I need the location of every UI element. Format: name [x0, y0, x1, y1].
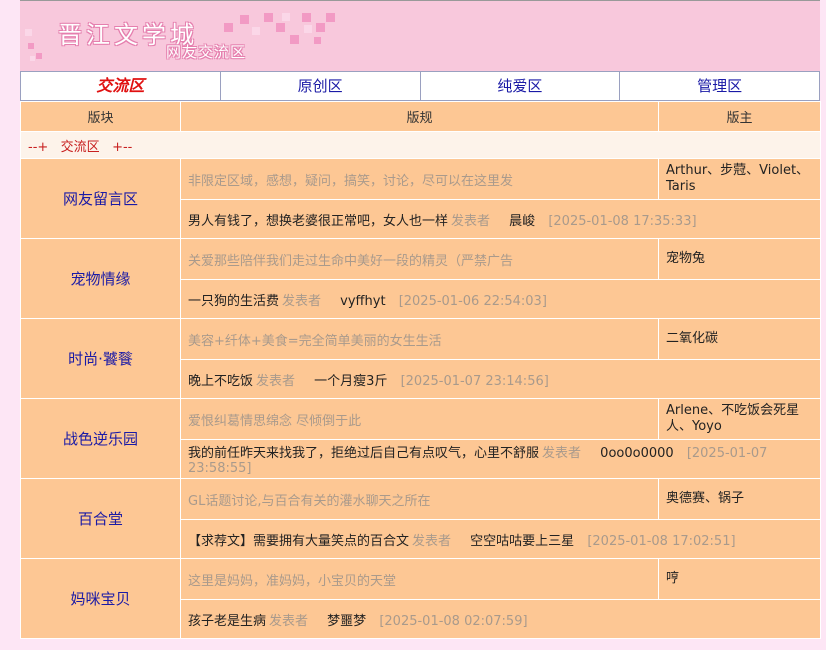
board-rule: 爱恨纠葛情思绵念 尽倾倒于此 [180, 398, 659, 440]
latest-post-time: [2025-01-08 17:35:33] [548, 213, 697, 229]
site-banner: 晋江文学城 网友交流区 [20, 0, 820, 72]
decor-square [36, 53, 42, 59]
board-row: 妈咪宝贝 这里是妈妈，准妈妈，小宝贝的天堂 哼 [20, 558, 821, 639]
board-rule: 关爱那些陪伴我们走过生命中美好一段的精灵（严禁广告 [180, 238, 659, 280]
latest-post-title[interactable]: 【求荐文】需要拥有大量笑点的百合文 [188, 534, 409, 549]
tab-guanli[interactable]: 管理区 [620, 72, 819, 100]
board-name-link[interactable]: 战色逆乐园 [20, 398, 181, 479]
latest-post-author[interactable]: 晨峻 [509, 214, 535, 229]
board-row: 网友留言区 非限定区域，感想，疑问，搞笑，讨论，尽可以在这里发 Arthur、步… [20, 158, 821, 239]
board-moderators[interactable]: 二氧化碳 [658, 318, 821, 360]
board-row: 宠物情缘 关爱那些陪伴我们走过生命中美好一段的精灵（严禁广告 宠物兔 [20, 238, 821, 319]
decor-square [314, 37, 321, 44]
latest-post: 一只狗的生活费 发表者 vyffhyt [2025-01-06 22:54:03] [180, 279, 821, 319]
latest-post-title[interactable]: 孩子老是生病 [188, 614, 266, 629]
latest-by-label: 发表者 [412, 533, 452, 549]
latest-post: 男人有钱了，想换老婆很正常吧，女人也一样 发表者 晨峻 [2025-01-08 1… [180, 199, 821, 239]
board-row: 百合堂 GL话题讨论,与百合有关的灌水聊天之所在 奥德赛、锅子 [20, 478, 821, 559]
board-row: 战色逆乐园 爱恨纠葛情思绵念 尽倾倒于此 Arlene、不吃饭会死星人、Yoyo [20, 398, 821, 479]
decor-square [25, 29, 32, 36]
latest-post-author[interactable]: 0oo0o0000 [600, 446, 674, 461]
header-board: 版块 [20, 101, 181, 132]
decor-square [290, 35, 299, 44]
decor-square [326, 13, 335, 22]
decor-square [302, 13, 311, 22]
site-logo-subtitle: 网友交流区 [166, 43, 247, 61]
group-label[interactable]: --+ 交流区 +-- [20, 131, 821, 159]
board-moderators[interactable]: 奥德赛、锅子 [658, 478, 821, 520]
latest-post-title[interactable]: 我的前任昨天来找我了，拒绝过后自己有点叹气，心里不舒服 [188, 446, 539, 461]
decor-square [252, 27, 260, 35]
board-moderators[interactable]: Arthur、步蒄、Violet、Taris [658, 158, 821, 200]
latest-by-label: 发表者 [256, 373, 296, 389]
header-moderators: 版主 [658, 101, 821, 132]
tab-chunai[interactable]: 纯爱区 [421, 72, 621, 100]
latest-post-author[interactable]: 梦噩梦 [327, 614, 366, 629]
latest-post-author[interactable]: vyffhyt [340, 294, 385, 309]
latest-post-title[interactable]: 晚上不吃饭 [188, 374, 253, 389]
board-rule: 美容+纤体+美食=完全简单美丽的女生生活 [180, 318, 659, 360]
decor-square [304, 25, 312, 33]
section-tabs: 交流区 原创区 纯爱区 管理区 [20, 71, 820, 101]
latest-post-time: [2025-01-08 17:02:51] [587, 533, 736, 549]
group-row: --+ 交流区 +-- [20, 131, 821, 159]
decor-square [316, 23, 325, 32]
board-name-link[interactable]: 网友留言区 [20, 158, 181, 239]
board-table: 版块 版规 版主 --+ 交流区 +-- 网友留言区 非限定区域，感想，疑问，搞… [20, 101, 821, 639]
latest-post-time: [2025-01-06 22:54:03] [398, 293, 547, 309]
board-moderators[interactable]: 哼 [658, 558, 821, 600]
board-row: 时尚·饕餮 美容+纤体+美食=完全简单美丽的女生生活 二氧化碳 [20, 318, 821, 399]
latest-by-label: 发表者 [282, 293, 322, 309]
decor-square [264, 13, 273, 22]
board-rule: GL话题讨论,与百合有关的灌水聊天之所在 [180, 478, 659, 520]
header-rules: 版规 [180, 101, 659, 132]
decor-square [276, 23, 285, 32]
decor-square [28, 43, 34, 49]
decor-square [224, 23, 233, 32]
latest-post: 孩子老是生病 发表者 梦噩梦 [2025-01-08 02:07:59] [180, 599, 821, 639]
board-name-link[interactable]: 妈咪宝贝 [20, 558, 181, 639]
board-moderators[interactable]: 宠物兔 [658, 238, 821, 280]
board-moderators[interactable]: Arlene、不吃饭会死星人、Yoyo [658, 398, 821, 440]
latest-post-title[interactable]: 男人有钱了，想换老婆很正常吧，女人也一样 [188, 214, 448, 229]
latest-post: 我的前任昨天来找我了，拒绝过后自己有点叹气，心里不舒服 发表者 0oo0o0000… [180, 439, 821, 479]
decor-square [30, 56, 35, 61]
tab-jiaoliu[interactable]: 交流区 [21, 72, 221, 100]
latest-post-time: [2025-01-07 23:14:56] [400, 373, 549, 389]
latest-by-label: 发表者 [542, 446, 582, 461]
decor-square [240, 15, 249, 24]
table-header-row: 版块 版规 版主 [20, 101, 821, 132]
board-name-link[interactable]: 时尚·饕餮 [20, 318, 181, 399]
latest-post-author[interactable]: 一个月瘦3斤 [314, 374, 387, 389]
latest-post-author[interactable]: 空空咕咕要上三星 [470, 534, 574, 549]
latest-post: 晚上不吃饭 发表者 一个月瘦3斤 [2025-01-07 23:14:56] [180, 359, 821, 399]
latest-by-label: 发表者 [269, 613, 309, 629]
latest-post-title[interactable]: 一只狗的生活费 [188, 294, 279, 309]
board-name-link[interactable]: 宠物情缘 [20, 238, 181, 319]
tab-yuanchuang[interactable]: 原创区 [221, 72, 421, 100]
board-rule: 这里是妈妈，准妈妈，小宝贝的天堂 [180, 558, 659, 600]
board-name-link[interactable]: 百合堂 [20, 478, 181, 559]
decor-square [282, 13, 290, 21]
board-rule: 非限定区域，感想，疑问，搞笑，讨论，尽可以在这里发 [180, 158, 659, 200]
latest-post: 【求荐文】需要拥有大量笑点的百合文 发表者 空空咕咕要上三星 [2025-01-0… [180, 519, 821, 559]
latest-post-time: [2025-01-08 02:07:59] [379, 613, 528, 629]
latest-by-label: 发表者 [451, 213, 491, 229]
